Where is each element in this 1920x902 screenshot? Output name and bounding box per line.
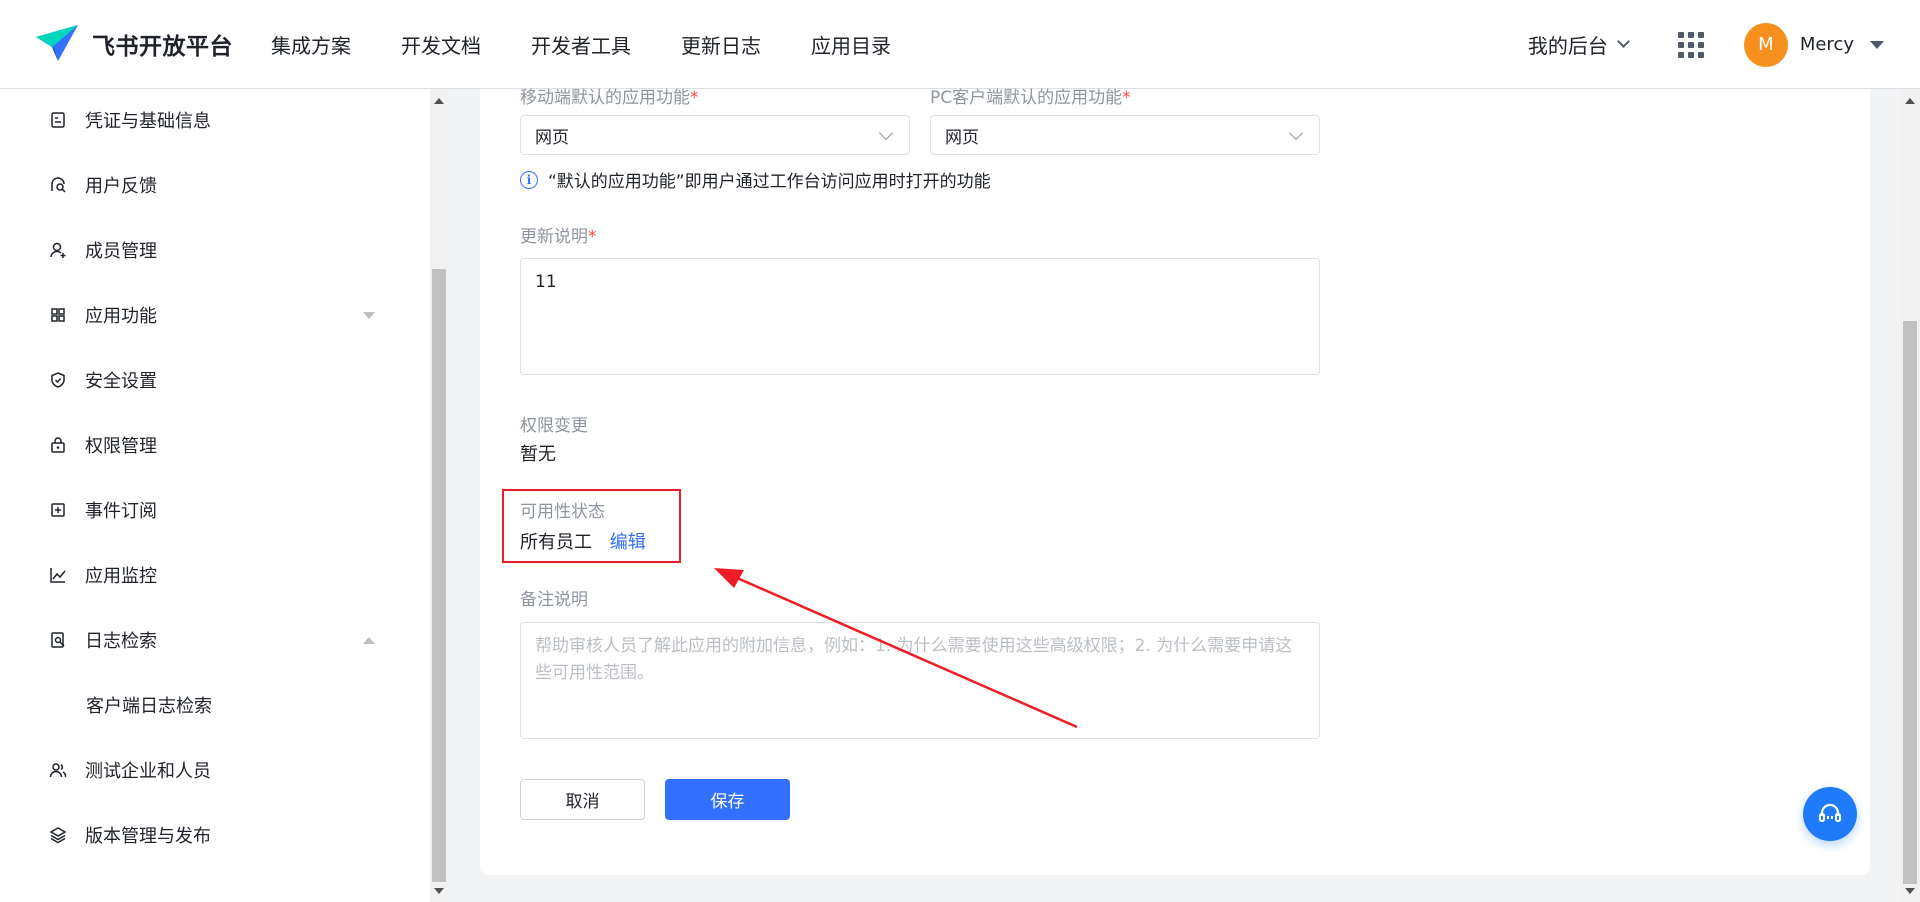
brand-logo-link[interactable]: 飞书开放平台 bbox=[34, 21, 233, 67]
nav-integration-solutions[interactable]: 集成方案 bbox=[271, 30, 351, 59]
shield-icon bbox=[47, 369, 69, 391]
scroll-down-arrow-icon[interactable] bbox=[434, 888, 444, 894]
sidebar-item-log-search[interactable]: 日志检索 bbox=[0, 615, 410, 665]
permission-change-value: 暂无 bbox=[520, 444, 556, 465]
test-users-icon bbox=[47, 759, 69, 781]
sidebar-item-event-subscription[interactable]: 事件订阅 bbox=[0, 485, 410, 535]
scroll-down-arrow-icon[interactable] bbox=[1905, 888, 1915, 894]
sidebar-item-label: 用户反馈 bbox=[85, 176, 157, 197]
update-notes-label: 更新说明* bbox=[520, 227, 597, 247]
version-form-card: 移动端默认的应用功能* PC客户端默认的应用功能* 网页 网页 i “默认的应用… bbox=[480, 88, 1870, 875]
top-navigation-bar: 飞书开放平台 集成方案 开发文档 开发者工具 更新日志 应用目录 我的后台 M … bbox=[0, 0, 1920, 89]
feishu-logo-icon bbox=[36, 25, 78, 61]
feedback-icon bbox=[47, 174, 69, 196]
sidebar-item-security[interactable]: 安全设置 bbox=[0, 355, 410, 405]
sidebar-item-app-monitoring[interactable]: 应用监控 bbox=[0, 550, 410, 600]
permission-change-label: 权限变更 bbox=[520, 416, 588, 436]
sidebar-item-label: 应用功能 bbox=[85, 306, 157, 327]
member-add-icon bbox=[47, 239, 69, 261]
scroll-up-arrow-icon[interactable] bbox=[434, 98, 444, 104]
cancel-button[interactable]: 取消 bbox=[520, 779, 645, 820]
sidebar-item-label: 事件订阅 bbox=[85, 501, 157, 522]
sidebar-item-label: 权限管理 bbox=[85, 436, 157, 457]
sidebar-item-test-enterprise[interactable]: 测试企业和人员 bbox=[0, 745, 410, 795]
chevron-down-icon bbox=[1616, 35, 1630, 48]
sidebar-item-credentials[interactable]: 凭证与基础信息 bbox=[0, 95, 410, 145]
sidebar-item-label: 应用监控 bbox=[85, 566, 157, 587]
sidebar-item-permissions[interactable]: 权限管理 bbox=[0, 420, 410, 470]
customer-service-button[interactable] bbox=[1803, 787, 1857, 841]
nav-dev-docs[interactable]: 开发文档 bbox=[401, 30, 481, 59]
permission-lock-icon bbox=[47, 434, 69, 456]
annotation-highlight-box bbox=[502, 489, 681, 563]
sidebar-item-user-feedback[interactable]: 用户反馈 bbox=[0, 160, 410, 210]
sidebar-item-label: 成员管理 bbox=[85, 241, 157, 262]
hint-text: “默认的应用功能”即用户通过工作台访问应用时打开的功能 bbox=[548, 172, 991, 192]
scroll-up-arrow-icon[interactable] bbox=[1905, 98, 1915, 104]
sidebar-item-label: 安全设置 bbox=[85, 371, 157, 392]
chevron-down-icon bbox=[1288, 125, 1304, 141]
app-grid-icon bbox=[47, 304, 69, 326]
caret-down-icon[interactable] bbox=[1870, 40, 1884, 49]
chevron-down-icon bbox=[878, 125, 894, 141]
collapse-arrow-up-icon[interactable] bbox=[363, 636, 375, 644]
main-nav: 集成方案 开发文档 开发者工具 更新日志 应用目录 bbox=[271, 30, 941, 59]
apps-grid-icon[interactable] bbox=[1677, 31, 1704, 58]
scrollbar-thumb[interactable] bbox=[432, 269, 446, 882]
remark-textarea[interactable]: 帮助审核人员了解此应用的附加信息，例如：1. 为什么需要使用这些高级权限；2. … bbox=[520, 622, 1320, 739]
console-dropdown[interactable]: 我的后台 bbox=[1527, 30, 1630, 59]
avatar[interactable]: M bbox=[1743, 22, 1788, 67]
sidebar-item-app-features[interactable]: 应用功能 bbox=[0, 290, 410, 340]
save-button[interactable]: 保存 bbox=[665, 779, 790, 820]
log-search-icon bbox=[47, 629, 69, 651]
topbar-right: 我的后台 M Mercy bbox=[1528, 0, 1920, 89]
nav-changelog[interactable]: 更新日志 bbox=[681, 30, 761, 59]
username[interactable]: Mercy bbox=[1800, 34, 1854, 55]
expand-arrow-down-icon[interactable] bbox=[363, 311, 375, 319]
sidebar-item-label: 版本管理与发布 bbox=[85, 826, 211, 847]
default-feature-hint: i “默认的应用功能”即用户通过工作台访问应用时打开的功能 bbox=[520, 167, 991, 192]
sidebar-item-label: 测试企业和人员 bbox=[85, 761, 211, 782]
sidebar-item-version-release[interactable]: 版本管理与发布 bbox=[0, 810, 410, 860]
select-value: 网页 bbox=[945, 127, 979, 148]
info-icon: i bbox=[520, 170, 538, 189]
update-notes-textarea[interactable]: 11 bbox=[520, 258, 1320, 375]
main-scrollbar[interactable] bbox=[1900, 89, 1920, 902]
sidebar-item-label: 日志检索 bbox=[85, 631, 157, 652]
pc-default-feature-label: PC客户端默认的应用功能* bbox=[930, 88, 1131, 108]
console-label: 我的后台 bbox=[1527, 34, 1608, 58]
credential-icon bbox=[47, 109, 69, 131]
layers-icon bbox=[47, 824, 69, 846]
mobile-default-feature-select[interactable]: 网页 bbox=[520, 115, 910, 155]
event-subscribe-icon bbox=[47, 499, 69, 521]
select-value: 网页 bbox=[535, 127, 569, 148]
sidebar-item-members[interactable]: 成员管理 bbox=[0, 225, 410, 275]
headset-icon bbox=[1819, 803, 1841, 822]
sidebar-scrollbar[interactable] bbox=[430, 89, 448, 902]
mobile-default-feature-label: 移动端默认的应用功能* bbox=[520, 88, 699, 108]
nav-app-directory[interactable]: 应用目录 bbox=[811, 30, 891, 59]
sidebar: 凭证与基础信息 用户反馈 成员管理 应用功能 安全设置 权限管理 事件订阅 应用… bbox=[0, 89, 430, 902]
sidebar-item-label: 凭证与基础信息 bbox=[85, 111, 211, 132]
scrollbar-thumb[interactable] bbox=[1903, 321, 1917, 884]
brand-name: 飞书开放平台 bbox=[92, 34, 233, 60]
sidebar-item-client-log-search[interactable]: 客户端日志检索 bbox=[0, 680, 410, 730]
pc-default-feature-select[interactable]: 网页 bbox=[930, 115, 1320, 155]
sidebar-item-label: 客户端日志检索 bbox=[86, 696, 212, 717]
chart-line-icon bbox=[47, 564, 69, 586]
nav-dev-tools[interactable]: 开发者工具 bbox=[531, 30, 631, 59]
remark-label: 备注说明 bbox=[520, 590, 588, 610]
